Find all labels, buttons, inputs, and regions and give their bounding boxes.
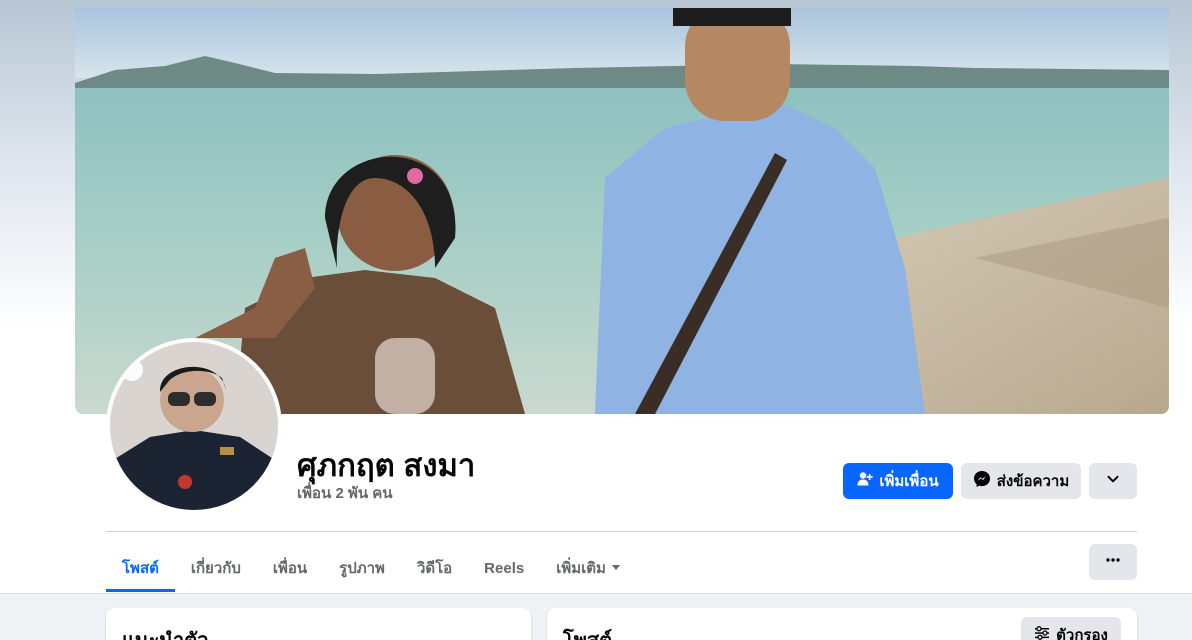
tab-label: เกี่ยวกับ xyxy=(190,560,241,577)
person-add-icon xyxy=(857,471,874,491)
chevron-down-icon xyxy=(1106,472,1120,490)
tab-label: รูปภาพ xyxy=(339,560,385,577)
sliders-icon xyxy=(1034,625,1050,640)
tab-friends[interactable]: เพื่อน xyxy=(257,544,323,592)
tab-label: วิดีโอ xyxy=(416,560,453,577)
posts-title: โพสต์ xyxy=(563,624,612,640)
header-divider xyxy=(106,531,1137,532)
intro-card: แนะนำตัว xyxy=(106,608,531,640)
tab-more[interactable]: เพิ่มเติม xyxy=(540,544,638,592)
tab-reels[interactable]: Reels xyxy=(468,544,540,592)
ellipsis-icon xyxy=(1105,552,1121,573)
filter-button[interactable]: ตัวกรอง xyxy=(1021,617,1121,640)
more-options-button[interactable] xyxy=(1089,544,1137,580)
tab-about[interactable]: เกี่ยวกับ xyxy=(175,544,257,592)
profile-options-dropdown[interactable] xyxy=(1089,463,1137,499)
tab-label: เพิ่มเติม xyxy=(556,560,606,577)
message-button[interactable]: ส่งข้อความ xyxy=(961,463,1081,499)
tab-label: Reels xyxy=(484,559,525,577)
profile-tabs: โพสต์ เกี่ยวกับ เพื่อน รูปภาพ วิดีโอ Ree… xyxy=(106,544,638,592)
tab-label: โพสต์ xyxy=(122,560,159,577)
profile-avatar[interactable] xyxy=(106,338,282,514)
add-friend-button[interactable]: เพิ่มเพื่อน xyxy=(843,463,953,499)
tab-videos[interactable]: วิดีโอ xyxy=(401,544,468,592)
avatar-image xyxy=(110,342,278,510)
posts-card: โพสต์ ตัวกรอง xyxy=(547,608,1137,640)
tab-photos[interactable]: รูปภาพ xyxy=(323,544,401,592)
messenger-icon xyxy=(973,470,991,492)
message-label: ส่งข้อความ xyxy=(996,473,1070,490)
intro-title: แนะนำตัว xyxy=(122,624,208,640)
caret-down-icon xyxy=(610,560,622,577)
friend-count[interactable]: เพื่อน 2 พัน คน xyxy=(297,481,393,505)
filter-label: ตัวกรอง xyxy=(1056,627,1108,640)
tab-label: เพื่อน xyxy=(272,560,308,577)
tab-posts[interactable]: โพสต์ xyxy=(106,544,175,592)
add-friend-label: เพิ่มเพื่อน xyxy=(879,473,939,490)
